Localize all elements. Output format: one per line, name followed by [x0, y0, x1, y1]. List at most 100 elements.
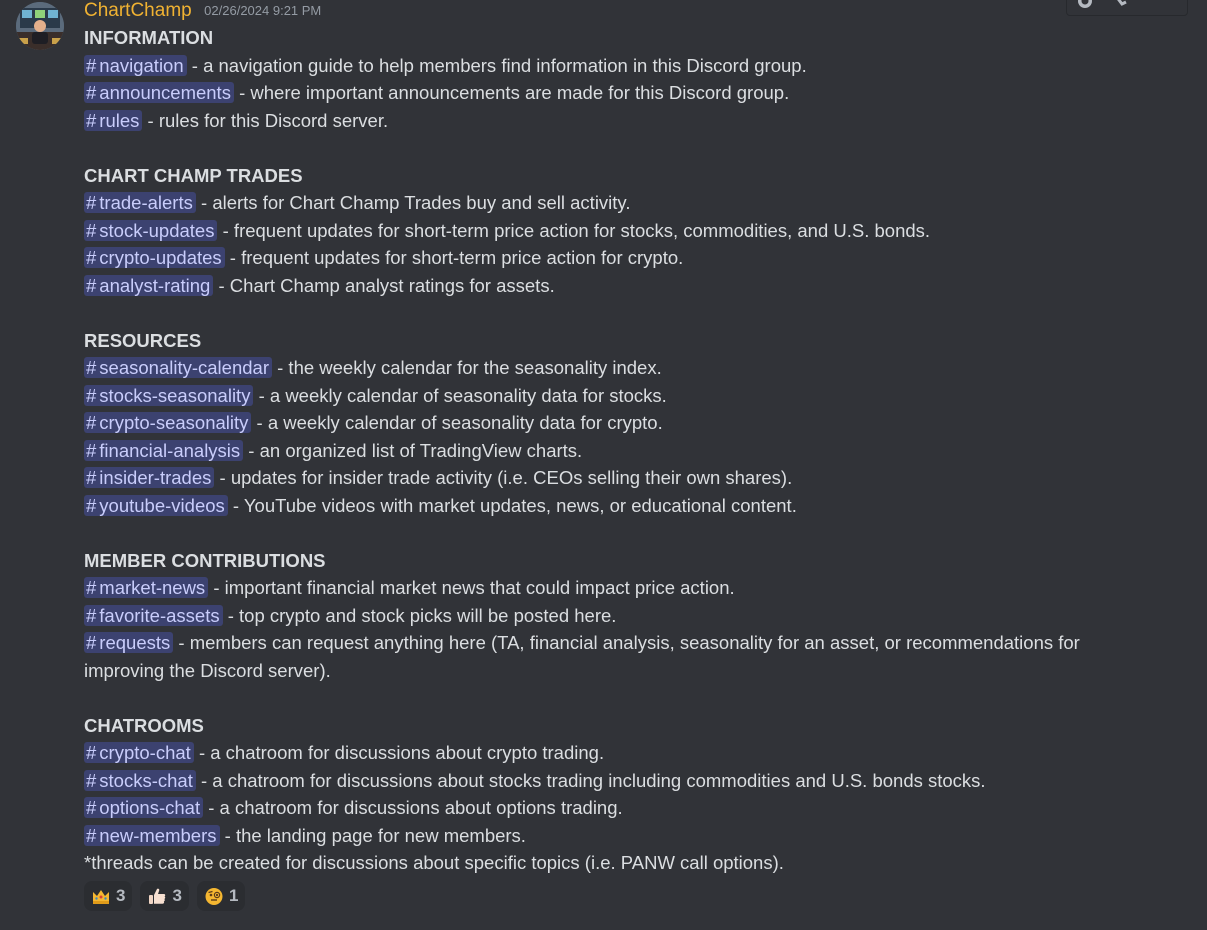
section-heading: CHATROOMS: [84, 714, 204, 736]
channel-line: # seasonality-calendar - the weekly calen…: [84, 354, 1164, 382]
channel-hash-icon: #: [86, 494, 97, 516]
thumbs-up-icon: [147, 886, 167, 906]
channel-mention-market-news[interactable]: # market-news: [84, 577, 209, 598]
channel-name: stock-updates: [99, 219, 215, 241]
channel-description: - an organized list of TradingView chart…: [243, 439, 583, 461]
channel-hash-icon: #: [86, 219, 97, 241]
section-heading: INFORMATION: [84, 27, 214, 48]
channel-mention-new-members[interactable]: # new-members: [84, 824, 220, 846]
channel-hash-icon: #: [86, 824, 97, 846]
channel-name: youtube-videos: [99, 494, 225, 516]
channel-mention-crypto-seasonality[interactable]: # crypto-seasonality: [84, 412, 252, 433]
reactions-bar: 3 3 1: [84, 881, 246, 913]
section-heading: RESOURCES: [84, 329, 202, 351]
channel-mention-analyst-rating[interactable]: # analyst-rating: [84, 274, 214, 296]
channel-mention-youtube-videos[interactable]: # youtube-videos: [84, 494, 228, 516]
channel-mention-seasonality-calendar[interactable]: # seasonality-calendar: [84, 357, 272, 378]
channel-mention-insider-trades[interactable]: # insider-trades: [84, 467, 215, 488]
channel-mention-favorite-assets[interactable]: # favorite-assets: [84, 604, 223, 626]
section-heading: MEMBER CONTRIBUTIONS: [84, 549, 326, 571]
channel-line: # trade-alerts - alerts for Chart Champ T…: [84, 189, 1164, 217]
channel-name: market-news: [99, 577, 206, 598]
channel-mention-navigation[interactable]: # navigation: [84, 54, 187, 76]
channel-mention-trade-alerts[interactable]: # trade-alerts: [84, 192, 196, 213]
channel-description: - alerts for Chart Champ Trades buy and …: [195, 192, 631, 213]
channel-mention-requests[interactable]: # requests: [84, 632, 174, 653]
channel-description: - a weekly calendar of seasonality data …: [253, 384, 667, 406]
channel-description: - frequent updates for short-term price …: [217, 219, 931, 241]
channel-mention-financial-analysis[interactable]: # financial-analysis: [84, 439, 244, 461]
channel-line: # stock-updates - frequent updates for sh…: [84, 217, 1164, 245]
channel-name: stocks-seasonality: [99, 384, 251, 406]
channel-description: - updates for insider trade activity (i.…: [214, 467, 793, 488]
user-avatar[interactable]: [16, 2, 64, 50]
footnote: *threads can be created for discussions …: [84, 852, 784, 873]
channel-hash-icon: #: [86, 192, 97, 213]
channel-description: - rules for this Discord server.: [142, 109, 389, 131]
channel-line: # rules - rules for this Discord server.: [84, 107, 1164, 135]
reaction-button[interactable]: 1: [196, 881, 246, 911]
channel-mention-stock-updates[interactable]: # stock-updates: [84, 219, 218, 241]
channel-description: - a chatroom for discussions about crypt…: [193, 742, 605, 763]
channel-line: # favorite-assets - top crypto and stock …: [84, 602, 1164, 630]
channel-hash-icon: #: [86, 357, 97, 378]
channel-mention-options-chat[interactable]: # options-chat: [84, 797, 204, 818]
channel-mention-stocks-seasonality[interactable]: # stocks-seasonality: [84, 384, 254, 406]
message-toolbar: [1066, 0, 1188, 16]
channel-description: - frequent updates for short-term price …: [224, 247, 684, 268]
channel-line: # navigation - a navigation guide to help…: [84, 52, 1164, 80]
channel-mention-rules[interactable]: # rules: [84, 109, 143, 131]
channel-name: favorite-assets: [99, 604, 220, 626]
channel-line: # stocks-seasonality - a weekly calendar …: [84, 382, 1164, 410]
reaction-count: 1: [228, 886, 239, 905]
channel-name: crypto-chat: [99, 742, 191, 763]
channel-line: # announcements - where important announc…: [84, 79, 1164, 107]
channel-line: # market-news - important financial marke…: [84, 574, 1164, 602]
channel-hash-icon: #: [86, 604, 97, 626]
reply-icon[interactable]: [1113, 0, 1129, 9]
channel-name: announcements: [99, 82, 231, 103]
channel-description: - members can request anything here (TA,…: [84, 632, 1080, 681]
channel-hash-icon: #: [86, 412, 97, 433]
channel-mention-stocks-chat[interactable]: # stocks-chat: [84, 769, 196, 791]
channel-name: insider-trades: [99, 467, 212, 488]
channel-description: - a chatroom for discussions about stock…: [195, 769, 986, 791]
channel-hash-icon: #: [86, 797, 97, 818]
channel-hash-icon: #: [86, 439, 97, 461]
reaction-count: 3: [116, 886, 126, 905]
channel-description: - important financial market news that c…: [208, 577, 735, 598]
channel-hash-icon: #: [86, 109, 97, 131]
channel-name: navigation: [99, 54, 184, 76]
channel-name: trade-alerts: [99, 192, 193, 213]
channel-line: # options-chat - a chatroom for discussio…: [84, 794, 1164, 822]
channel-mention-crypto-chat[interactable]: # crypto-chat: [84, 742, 194, 763]
channel-line: # crypto-seasonality - a weekly calendar …: [84, 409, 1164, 437]
reaction-button[interactable]: 3: [84, 881, 133, 911]
channel-mention-announcements[interactable]: # announcements: [84, 82, 234, 103]
crown-icon: [91, 886, 111, 906]
add-reaction-icon[interactable]: [1077, 0, 1093, 9]
channel-description: - a chatroom for discussions about optio…: [203, 797, 623, 818]
channel-line: # new-members - the landing page for new …: [84, 822, 1164, 850]
channel-line: # youtube-videos - YouTube videos with ma…: [84, 492, 1164, 520]
channel-line: # stocks-chat - a chatroom for discussion…: [84, 767, 1164, 795]
channel-name: rules: [99, 109, 140, 131]
channel-name: stocks-chat: [99, 769, 193, 791]
channel-hash-icon: #: [86, 742, 97, 763]
reaction-button[interactable]: 3: [140, 881, 189, 911]
channel-description: - Chart Champ analyst ratings for assets…: [213, 274, 555, 296]
channel-hash-icon: #: [86, 384, 97, 406]
channel-description: - a weekly calendar of seasonality data …: [251, 412, 663, 433]
channel-line: # insider-trades - updates for insider tr…: [84, 464, 1164, 492]
username[interactable]: ChartChamp: [84, 0, 192, 21]
channel-hash-icon: #: [86, 274, 97, 296]
channel-mention-crypto-updates[interactable]: # crypto-updates: [84, 247, 225, 268]
channel-name: new-members: [99, 824, 217, 846]
channel-description: - the landing page for new members.: [219, 824, 526, 846]
channel-hash-icon: #: [86, 577, 97, 598]
channel-line: # crypto-chat - a chatroom for discussion…: [84, 739, 1164, 767]
channel-line: # crypto-updates - frequent updates for s…: [84, 244, 1164, 272]
